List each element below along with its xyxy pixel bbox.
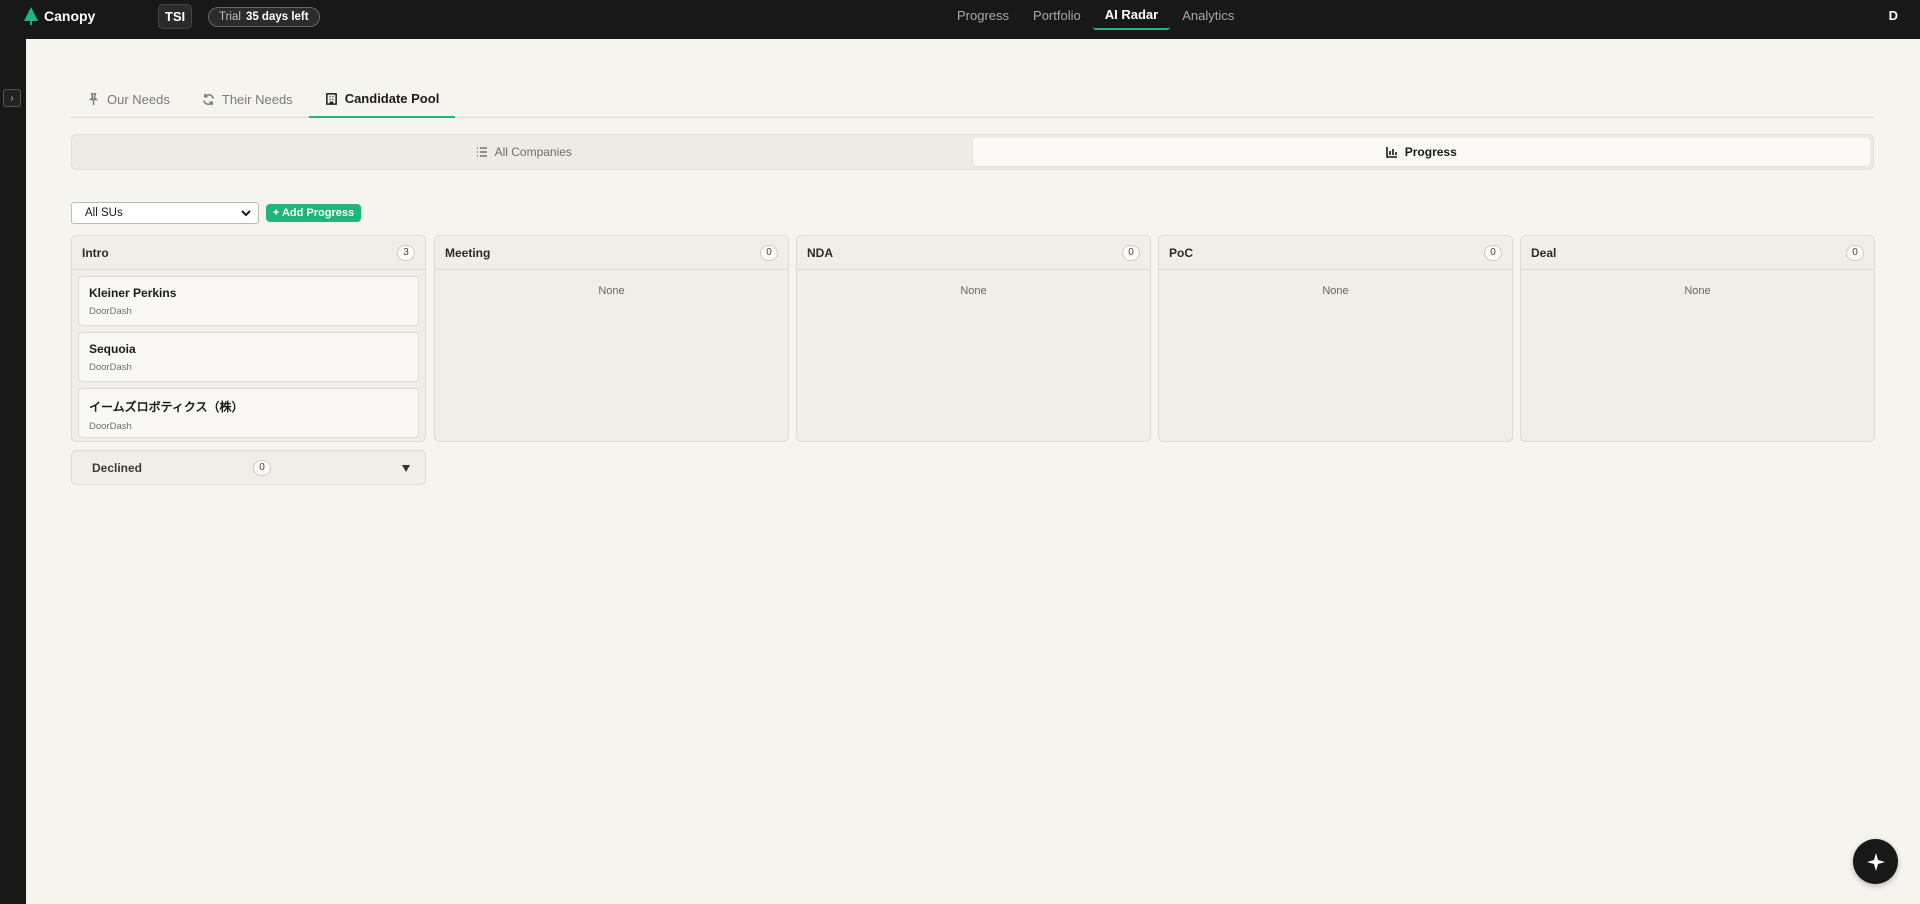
board-column-deal: Deal 0 None <box>1520 235 1875 442</box>
column-header: PoC 0 <box>1159 236 1512 270</box>
board-column-meeting: Meeting 0 None <box>434 235 789 442</box>
view-progress-button[interactable]: Progress <box>972 138 1870 166</box>
app-logo[interactable]: Canopy <box>24 6 95 26</box>
su-select-value: All SUs <box>85 207 123 219</box>
empty-placeholder: None <box>1684 285 1711 297</box>
triangle-down-icon <box>402 464 410 472</box>
card-subtitle: DoorDash <box>89 421 132 432</box>
sidebar-expand-button[interactable]: › <box>3 89 21 107</box>
empty-placeholder: None <box>598 285 625 297</box>
empty-placeholder: None <box>1322 285 1349 297</box>
view-all-companies-button[interactable]: All Companies <box>75 138 973 166</box>
trial-days: 35 days left <box>245 11 309 23</box>
column-title: Meeting <box>445 245 491 260</box>
building-icon <box>325 92 337 105</box>
nav-analytics[interactable]: Analytics <box>1170 0 1246 30</box>
column-header: Intro 3 <box>72 236 425 270</box>
trial-badge: Trial 35 days left <box>208 7 320 27</box>
add-progress-button[interactable]: + Add Progress <box>266 204 361 222</box>
column-header: Meeting 0 <box>435 236 788 270</box>
tab-their-needs[interactable]: Their Needs <box>186 80 309 118</box>
column-title: Deal <box>1531 245 1557 260</box>
card-title: Kleiner Perkins <box>89 286 177 300</box>
chevron-right-icon: › <box>10 92 14 104</box>
left-rail: › <box>0 39 26 904</box>
tab-candidate-pool[interactable]: Candidate Pool <box>308 80 456 118</box>
declined-label: Declined <box>92 460 143 475</box>
column-count-badge: 0 <box>1846 244 1864 261</box>
tab-label: Our Needs <box>107 91 170 107</box>
su-filter-select[interactable]: All SUs <box>71 202 259 224</box>
column-title: PoC <box>1169 245 1193 260</box>
column-count-badge: 0 <box>760 244 778 261</box>
view-label: Progress <box>1404 145 1457 159</box>
tree-logo-icon <box>24 7 38 25</box>
section-tabs: Our Needs Their Needs Candidate Pool <box>71 80 1874 118</box>
tab-label: Candidate Pool <box>344 90 440 106</box>
board-column-intro: Intro 3 Kleiner Perkins DoorDash Sequoia… <box>71 235 426 442</box>
column-count-badge: 0 <box>1122 244 1140 261</box>
empty-placeholder: None <box>960 285 987 297</box>
trial-label: Trial <box>219 11 241 23</box>
column-count-badge: 0 <box>1484 244 1502 261</box>
column-count-badge: 3 <box>397 244 415 261</box>
refresh-icon <box>203 93 214 105</box>
card-title: イームズロボティクス（株） <box>89 400 244 414</box>
column-title: Intro <box>82 245 109 260</box>
nav-portfolio[interactable]: Portfolio <box>1021 0 1093 30</box>
column-header: Deal 0 <box>1521 236 1874 270</box>
column-header: NDA 0 <box>797 236 1150 270</box>
top-nav: Progress Portfolio AI Radar Analytics <box>945 0 1246 32</box>
ai-assistant-button[interactable] <box>1853 839 1898 884</box>
declined-count-badge: 0 <box>253 459 271 476</box>
pin-icon <box>88 92 99 105</box>
sparkle-icon <box>1866 852 1885 871</box>
card-subtitle: DoorDash <box>89 306 132 317</box>
column-title: NDA <box>807 245 833 260</box>
board-column-poc: PoC 0 None <box>1158 235 1513 442</box>
board-column-nda: NDA 0 None <box>796 235 1151 442</box>
card-title: Sequoia <box>89 342 136 356</box>
view-toggle: All Companies Progress <box>71 134 1874 170</box>
card-subtitle: DoorDash <box>89 362 132 373</box>
org-badge[interactable]: TSI <box>158 4 192 29</box>
nav-ai-radar[interactable]: AI Radar <box>1092 0 1171 30</box>
app-name: Canopy <box>44 8 96 24</box>
view-label: All Companies <box>494 145 572 159</box>
candidate-card[interactable]: イームズロボティクス（株） DoorDash <box>78 388 419 438</box>
declined-section-toggle[interactable]: Declined 0 <box>71 450 426 485</box>
top-bar: Canopy TSI Trial 35 days left Progress P… <box>0 0 1920 39</box>
bar-chart-icon <box>1385 147 1397 158</box>
tab-label: Their Needs <box>221 91 293 107</box>
list-icon <box>476 147 487 157</box>
tab-our-needs[interactable]: Our Needs <box>71 80 186 118</box>
candidate-card[interactable]: Sequoia DoorDash <box>78 332 419 382</box>
nav-progress[interactable]: Progress <box>945 0 1021 30</box>
candidate-card[interactable]: Kleiner Perkins DoorDash <box>78 276 419 326</box>
user-avatar[interactable]: D <box>1889 8 1898 23</box>
chevron-down-icon <box>241 210 251 217</box>
